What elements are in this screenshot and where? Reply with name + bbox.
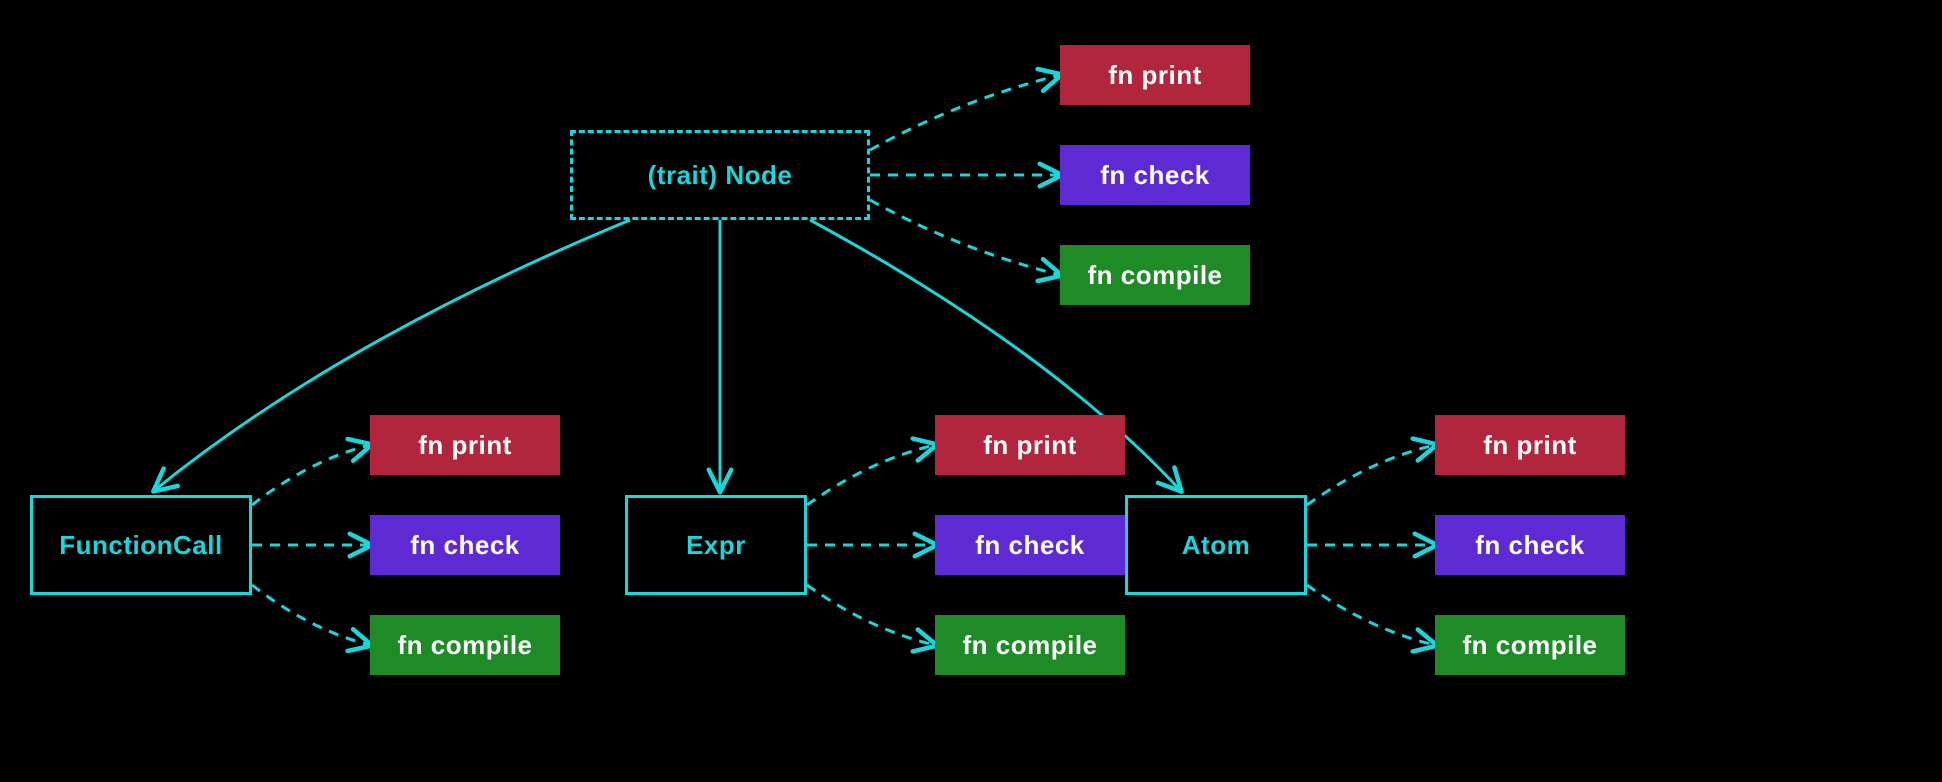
edge-atom-to-fn-print (1307, 445, 1435, 505)
atom-fn-compile: fn compile (1435, 615, 1625, 675)
expr-fn-compile: fn compile (935, 615, 1125, 675)
atom-fn-print-label: fn print (1483, 430, 1577, 461)
expr-fn-check: fn check (935, 515, 1125, 575)
functioncall-fn-check: fn check (370, 515, 560, 575)
atom-fn-print: fn print (1435, 415, 1625, 475)
functioncall-fn-check-label: fn check (410, 530, 520, 561)
expr-fn-check-label: fn check (975, 530, 1085, 561)
trait-fn-compile: fn compile (1060, 245, 1250, 305)
expr-box: Expr (625, 495, 807, 595)
edge-trait-to-fn-print (870, 75, 1060, 150)
trait-fn-check-label: fn check (1100, 160, 1210, 191)
atom-label: Atom (1182, 530, 1250, 561)
edge-trait-to-fn-compile (870, 200, 1060, 275)
expr-fn-compile-label: fn compile (962, 630, 1097, 661)
edge-atom-to-fn-compile (1307, 585, 1435, 645)
edge-functioncall-to-fn-print (252, 445, 370, 505)
trait-fn-print: fn print (1060, 45, 1250, 105)
functioncall-fn-print: fn print (370, 415, 560, 475)
functioncall-box: FunctionCall (30, 495, 252, 595)
atom-fn-compile-label: fn compile (1462, 630, 1597, 661)
trait-fn-check: fn check (1060, 145, 1250, 205)
expr-fn-print-label: fn print (983, 430, 1077, 461)
edge-functioncall-to-fn-compile (252, 585, 370, 645)
trait-fn-compile-label: fn compile (1087, 260, 1222, 291)
expr-label: Expr (686, 530, 746, 561)
trait-fn-print-label: fn print (1108, 60, 1202, 91)
trait-node-label: (trait) Node (648, 160, 793, 191)
edge-expr-to-fn-print (807, 445, 935, 505)
functioncall-label: FunctionCall (59, 530, 222, 561)
functioncall-fn-compile: fn compile (370, 615, 560, 675)
edge-expr-to-fn-compile (807, 585, 935, 645)
atom-fn-check-label: fn check (1475, 530, 1585, 561)
functioncall-fn-print-label: fn print (418, 430, 512, 461)
atom-box: Atom (1125, 495, 1307, 595)
expr-fn-print: fn print (935, 415, 1125, 475)
functioncall-fn-compile-label: fn compile (397, 630, 532, 661)
atom-fn-check: fn check (1435, 515, 1625, 575)
trait-node-box: (trait) Node (570, 130, 870, 220)
